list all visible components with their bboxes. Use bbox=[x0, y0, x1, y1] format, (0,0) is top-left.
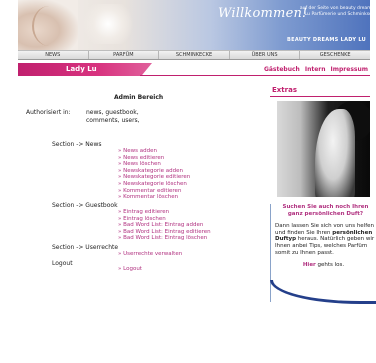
header-tagline: auf der Seite von beauty dreams Lady Lu … bbox=[299, 6, 370, 17]
comment-delete-link[interactable]: Kommentar löschen bbox=[118, 194, 190, 201]
newscategory-delete-link[interactable]: Newskategorie löschen bbox=[118, 181, 190, 188]
brand-logo: BEAUTY DREAMS LADY LU bbox=[287, 37, 366, 43]
intern-link[interactable]: Intern bbox=[305, 66, 326, 73]
userrights-links: Userrechte verwalten bbox=[118, 251, 182, 258]
news-edit-link[interactable]: News editieren bbox=[118, 155, 190, 162]
news-delete-link[interactable]: News löschen bbox=[118, 161, 190, 168]
here-text: gehts los. bbox=[317, 262, 345, 269]
nav-item-news[interactable]: NEWS bbox=[18, 51, 89, 59]
userrights-manage-link[interactable]: Userrechte verwalten bbox=[118, 251, 182, 258]
banner-flower-image bbox=[78, 4, 138, 44]
entry-delete-link[interactable]: Eintrag löschen bbox=[118, 216, 211, 223]
badword-add-link[interactable]: Bad Word List: Eintrag adden bbox=[118, 222, 211, 229]
user-bar: Lady Lu bbox=[18, 63, 152, 76]
main-nav: NEWS PARFÜM SCHMINKECKE ÜBER UNS GESCHEN… bbox=[18, 50, 370, 60]
logout-label: Logout bbox=[52, 260, 73, 267]
top-links: Gästebuch Intern Impressum bbox=[264, 66, 368, 73]
logout-links: Logout bbox=[118, 266, 142, 273]
guestbook-link[interactable]: Gästebuch bbox=[264, 66, 300, 73]
logout-link[interactable]: Logout bbox=[118, 266, 142, 273]
section-news-label: Section -> News bbox=[52, 141, 102, 148]
news-add-link[interactable]: News adden bbox=[118, 148, 190, 155]
newscategory-edit-link[interactable]: Newskategorie editieren bbox=[118, 174, 190, 181]
sidebar-divider bbox=[270, 96, 370, 97]
welcome-heading: Willkommen! bbox=[218, 6, 308, 21]
logged-in-user: Lady Lu bbox=[66, 65, 97, 73]
here-link[interactable]: Hier bbox=[303, 262, 316, 268]
authorized-sections: news, guestbook, comments, users, bbox=[86, 109, 140, 124]
nav-item-schminkecke[interactable]: SCHMINKECKE bbox=[159, 51, 230, 59]
sidebar-title: Extras bbox=[272, 86, 297, 94]
perfume-finder-headline: Suchen Sie auch noch Ihren ganz persönli… bbox=[282, 204, 369, 217]
section-userrights-label: Section -> Userrechte bbox=[52, 244, 119, 251]
badword-edit-link[interactable]: Bad Word List: Eintrag editieren bbox=[118, 229, 210, 236]
portrait-face bbox=[315, 109, 355, 197]
nav-item-parfum[interactable]: PARFÜM bbox=[89, 51, 160, 59]
entry-edit-link[interactable]: Eintrag editieren bbox=[118, 209, 211, 216]
perfume-finder-cta: Hier gehts los. bbox=[271, 262, 376, 269]
nav-item-ueber-uns[interactable]: ÜBER UNS bbox=[230, 51, 301, 59]
impressum-link[interactable]: Impressum bbox=[331, 66, 368, 73]
authorized-label: Authorisiert in: bbox=[26, 109, 71, 116]
badword-delete-link[interactable]: Bad Word List: Eintrag löschen bbox=[118, 235, 211, 242]
newscategory-add-link[interactable]: Newskategorie adden bbox=[118, 168, 190, 175]
guestbook-links: Eintrag editieren Eintrag löschen Bad Wo… bbox=[118, 209, 211, 242]
page-title: Admin Bereich bbox=[114, 94, 164, 101]
comment-edit-link[interactable]: Kommentar editieren bbox=[118, 188, 190, 195]
section-guestbook-label: Section -> Guestbook bbox=[52, 202, 118, 209]
banner-portrait-outline bbox=[32, 6, 66, 46]
nav-item-geschenke[interactable]: GESCHENKE bbox=[300, 51, 370, 59]
news-links: News adden News editieren News löschen N… bbox=[118, 148, 190, 201]
header-banner: Willkommen! auf der Seite von beauty dre… bbox=[18, 0, 370, 50]
divider bbox=[140, 75, 370, 76]
sidebar-portrait-image bbox=[277, 101, 370, 197]
perfume-finder-text: Dann lassen Sie sich von uns helfen und … bbox=[271, 223, 376, 256]
